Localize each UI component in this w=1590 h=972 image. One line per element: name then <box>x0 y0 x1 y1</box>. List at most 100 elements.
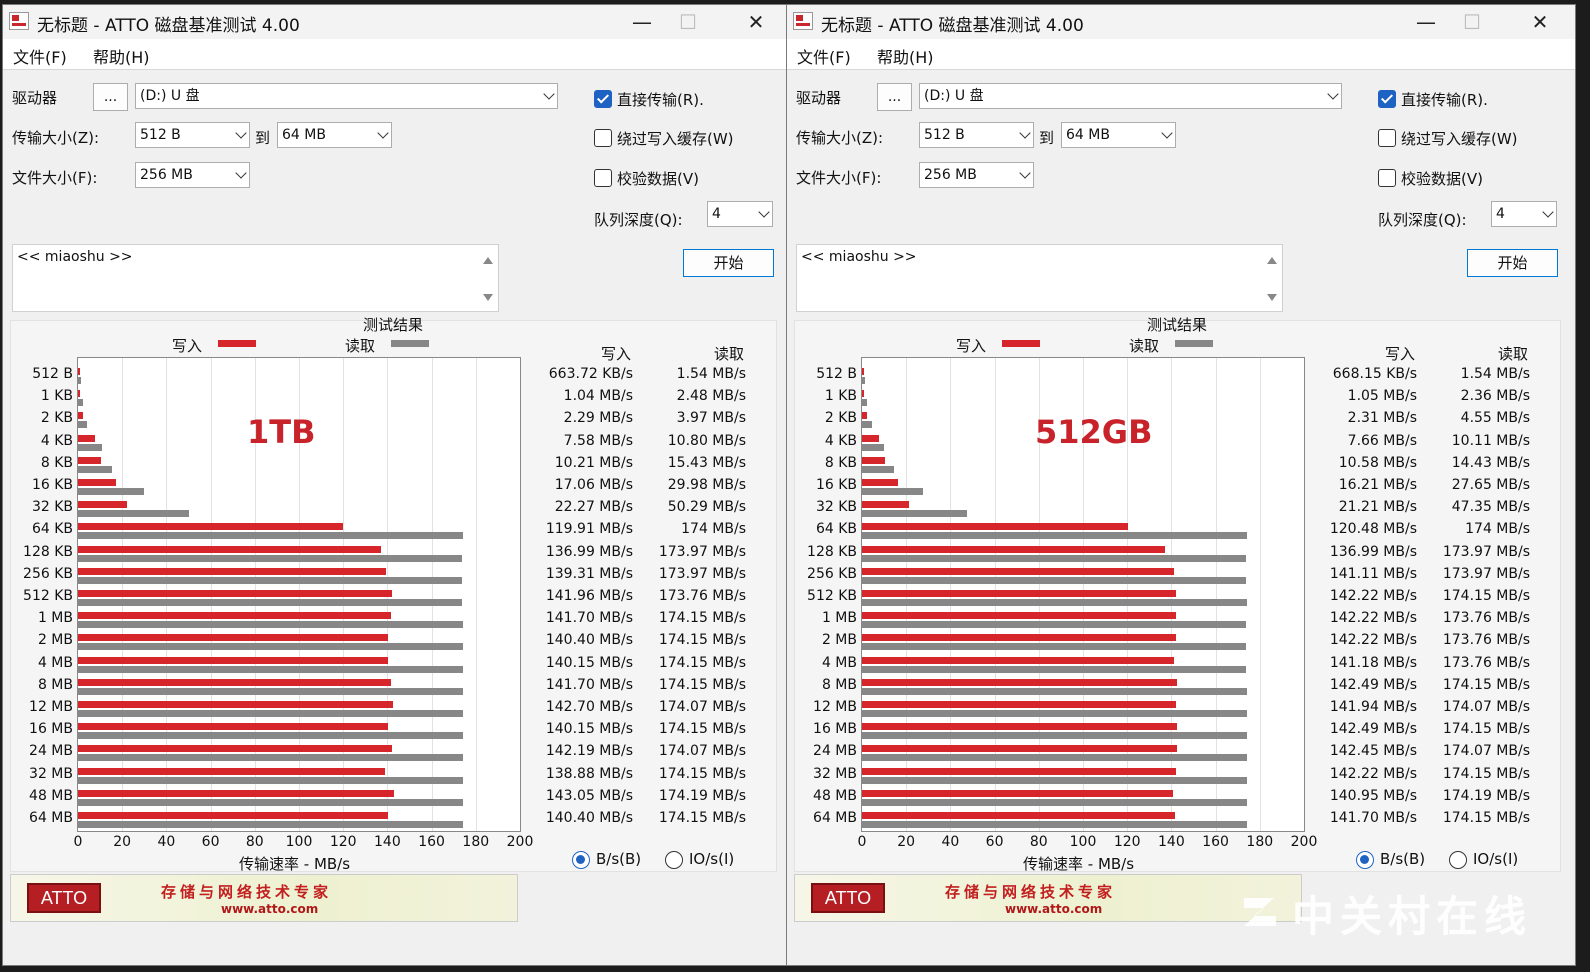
read-column-header: 读取 <box>714 345 745 363</box>
title-bar: 无标题 - ATTO 磁盘基准测试 4.00 — ☐ ✕ <box>787 5 1575 39</box>
read-bar <box>862 754 1247 762</box>
block-size-label: 32 KB <box>31 499 73 516</box>
read-bar <box>78 443 102 451</box>
atto-slogan: 存储与网络技术专家 <box>161 883 333 901</box>
verify-data-checkbox[interactable] <box>594 169 612 187</box>
queue-depth-select[interactable]: 4 <box>1491 201 1557 227</box>
read-bar <box>862 732 1247 740</box>
read-bar <box>78 599 462 606</box>
read-speed-value: 174.15 MB/s <box>1442 810 1530 826</box>
write-bar <box>78 456 101 464</box>
io-per-sec-radio[interactable] <box>665 851 683 869</box>
write-bar <box>78 812 389 819</box>
start-button[interactable]: 开始 <box>683 249 774 277</box>
menu-file[interactable]: 文件(F) <box>13 44 67 68</box>
write-bar <box>862 479 898 486</box>
scroll-down-icon[interactable] <box>483 294 493 301</box>
description-text: << miaoshu >> <box>801 249 917 265</box>
block-size-label: 8 KB <box>40 454 73 471</box>
write-bar <box>78 434 95 442</box>
write-bar <box>78 678 392 686</box>
x-tick-label: 140 <box>374 834 401 850</box>
atto-banner[interactable]: ATTO 存储与网络技术专家 www.atto.com <box>10 874 518 922</box>
drive-select[interactable]: (D:) U 盘 <box>135 83 558 109</box>
direct-io-checkbox[interactable] <box>594 90 612 108</box>
file-size-select[interactable]: 256 MB <box>919 162 1034 188</box>
x-tick-label: 180 <box>462 834 490 850</box>
bytes-per-sec-radio[interactable] <box>1356 851 1374 869</box>
bypass-cache-label: 绕过写入缓存(W) <box>617 130 734 148</box>
maximize-button[interactable]: ☐ <box>665 5 711 39</box>
write-column-header: 写入 <box>601 345 632 363</box>
block-size-label: 32 KB <box>815 499 857 516</box>
read-bar <box>78 399 84 407</box>
legend-write-swatch <box>1002 340 1040 347</box>
write-bar <box>78 368 80 375</box>
close-button[interactable]: ✕ <box>733 5 779 39</box>
x-tick-label: 180 <box>1246 834 1274 850</box>
transfer-to-select[interactable]: 64 MB <box>277 122 392 148</box>
bypass-cache-checkbox[interactable] <box>1378 129 1396 147</box>
menu-help[interactable]: 帮助(H) <box>877 44 934 68</box>
description-box[interactable]: << miaoshu >> <box>12 244 499 312</box>
queue-depth-select[interactable]: 4 <box>707 201 773 227</box>
write-speed-value: 7.58 MB/s <box>563 432 633 449</box>
drive-select-value: (D:) U 盘 <box>140 88 200 104</box>
minimize-button[interactable]: — <box>1403 5 1449 39</box>
gridline <box>1259 358 1261 831</box>
block-size-label: 48 MB <box>29 787 73 804</box>
transfer-from-select[interactable]: 512 B <box>919 122 1034 148</box>
write-bar <box>862 723 1177 731</box>
drive-select[interactable]: (D:) U 盘 <box>919 83 1342 109</box>
write-bar <box>862 745 1177 753</box>
browse-button[interactable]: ... <box>93 83 128 111</box>
transfer-to-select[interactable]: 64 MB <box>1061 122 1176 148</box>
block-size-label: 64 KB <box>815 521 857 538</box>
write-bar <box>78 789 395 797</box>
read-speed-value: 174 MB/s <box>1465 521 1530 538</box>
close-button[interactable]: ✕ <box>1517 5 1563 39</box>
minimize-button[interactable]: — <box>619 5 665 39</box>
atto-url: www.atto.com <box>221 902 319 916</box>
browse-button[interactable]: ... <box>877 83 912 111</box>
block-size-label: 16 KB <box>815 477 857 493</box>
read-speed-value: 47.35 MB/s <box>1451 499 1530 516</box>
scroll-down-icon[interactable] <box>1267 294 1277 301</box>
maximize-button[interactable]: ☐ <box>1449 5 1495 39</box>
read-bar <box>78 621 463 629</box>
read-bar <box>78 643 463 651</box>
legend-read-swatch <box>391 340 429 347</box>
read-speed-value: 174.15 MB/s <box>658 765 746 782</box>
file-size-select[interactable]: 256 MB <box>135 162 250 188</box>
legend-read-label: 读取 <box>1129 337 1160 355</box>
verify-data-checkbox[interactable] <box>1378 169 1396 187</box>
write-bar <box>78 567 386 575</box>
start-button[interactable]: 开始 <box>1467 249 1558 277</box>
legend-read-label: 读取 <box>345 337 376 355</box>
read-speed-value: 15.43 MB/s <box>667 454 746 471</box>
scroll-up-icon[interactable] <box>1267 257 1277 264</box>
block-size-label: 64 MB <box>29 810 73 826</box>
menu-help[interactable]: 帮助(H) <box>93 44 150 68</box>
bypass-cache-checkbox[interactable] <box>594 129 612 147</box>
description-box[interactable]: << miaoshu >> <box>796 244 1283 312</box>
title-bar: 无标题 - ATTO 磁盘基准测试 4.00 — ☐ ✕ <box>3 5 791 39</box>
block-size-label: 4 MB <box>37 654 73 671</box>
io-per-sec-radio[interactable] <box>1449 851 1467 869</box>
block-size-label: 24 MB <box>813 743 857 760</box>
transfer-from-select[interactable]: 512 B <box>135 122 250 148</box>
read-bar <box>862 710 1247 717</box>
write-bar <box>862 612 1177 620</box>
atto-banner[interactable]: ATTO 存储与网络技术专家 www.atto.com <box>794 874 1302 922</box>
to-label: 到 <box>255 129 271 147</box>
block-size-label: 12 MB <box>29 699 73 715</box>
menu-file[interactable]: 文件(F) <box>797 44 851 68</box>
scroll-up-icon[interactable] <box>483 257 493 264</box>
read-speed-value: 27.65 MB/s <box>1451 477 1530 493</box>
direct-io-checkbox[interactable] <box>1378 90 1396 108</box>
read-bar <box>78 532 463 540</box>
menu-bar: 文件(F) 帮助(H) <box>3 39 791 70</box>
write-bar <box>78 723 388 731</box>
bytes-per-sec-radio[interactable] <box>572 851 590 869</box>
block-size-label: 512 B <box>32 366 73 382</box>
